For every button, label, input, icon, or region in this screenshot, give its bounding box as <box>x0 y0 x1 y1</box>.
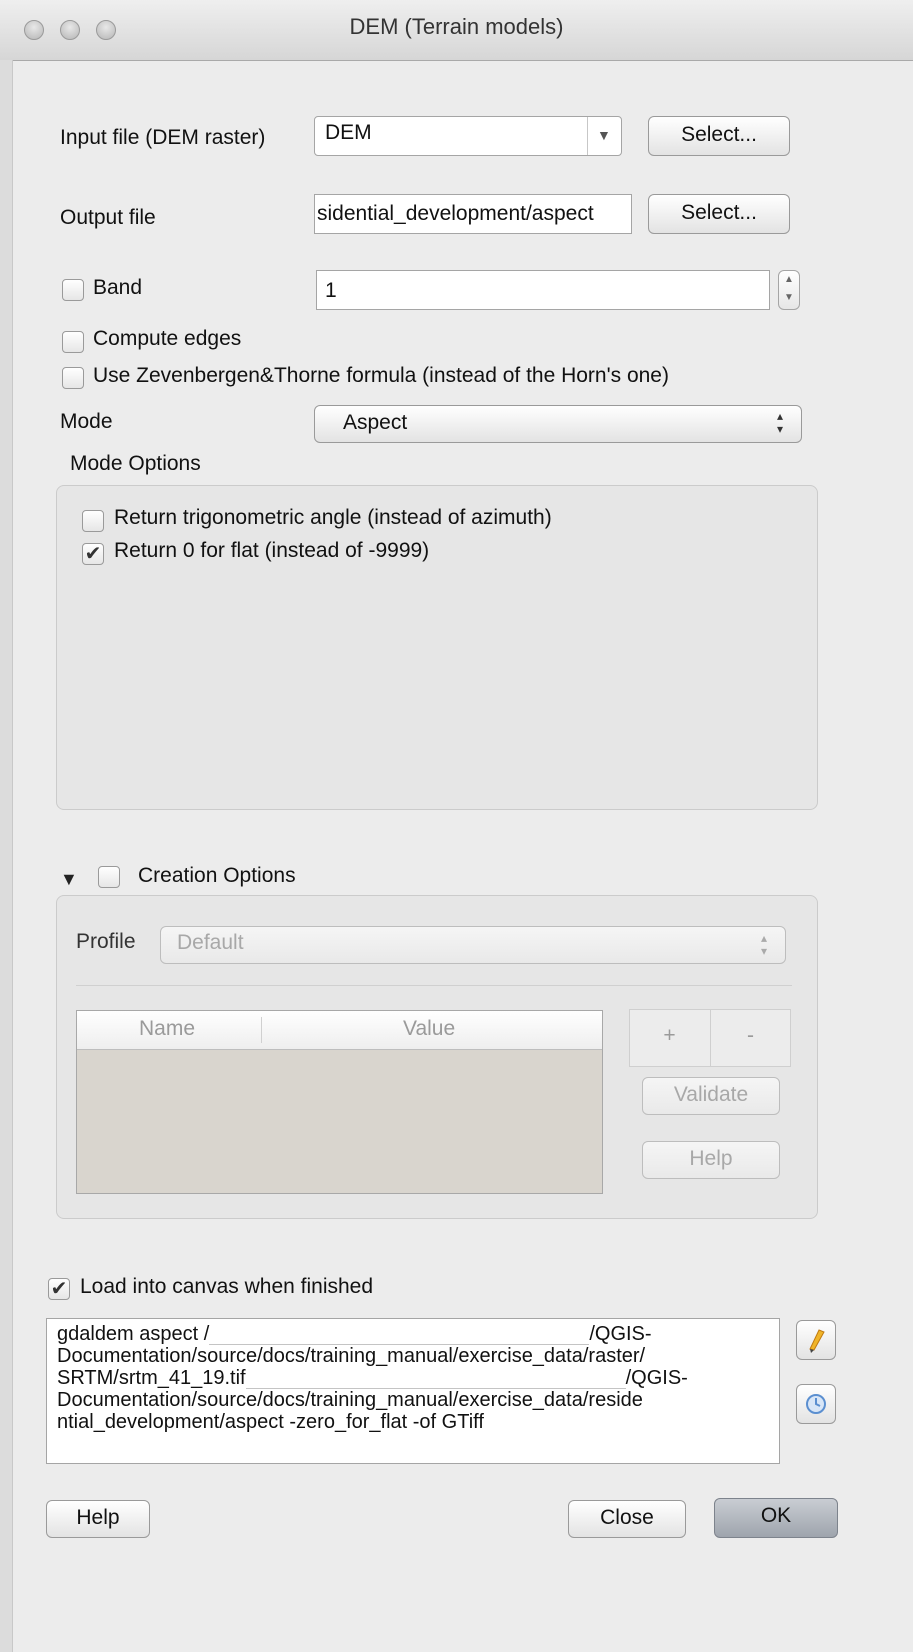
command-line-2: Documentation/source/docs/training_manua… <box>57 1345 646 1367</box>
checkmark-icon: ✔ <box>50 1278 68 1300</box>
validate-button[interactable]: Validate <box>642 1077 780 1115</box>
mode-select[interactable]: Aspect ▴ ▾ <box>314 405 802 443</box>
band-spinbox-input[interactable]: 1 <box>316 270 770 310</box>
pencil-icon <box>809 1329 825 1353</box>
load-canvas-checkbox[interactable]: ✔ <box>48 1278 70 1300</box>
table-header-value: Value <box>403 1017 456 1040</box>
band-stepper-icon[interactable]: ▲ ▼ <box>778 270 800 310</box>
add-row-button[interactable]: + <box>629 1024 710 1048</box>
combo-divider <box>587 117 588 155</box>
command-line-3b: /QGIS- <box>625 1367 688 1389</box>
updown-arrows-icon: ▴ ▾ <box>761 931 768 958</box>
table-header-name: Name <box>139 1017 196 1040</box>
mode-options-title: Mode Options <box>70 452 201 475</box>
zero-flat-label: Return 0 for flat (instead of -9999) <box>114 539 430 562</box>
command-line-5: ntial_development/aspect -zero_for_flat … <box>57 1411 484 1433</box>
output-file-label: Output file <box>60 206 156 229</box>
profile-select[interactable]: Default ▴ ▾ <box>160 926 786 964</box>
zero-flat-checkbox[interactable]: ✔ <box>82 543 104 565</box>
creation-options-label: Creation Options <box>138 864 296 887</box>
redacted-path <box>245 1374 626 1389</box>
band-checkbox[interactable] <box>62 279 84 301</box>
zevenbergen-label: Use Zevenbergen&Thorne formula (instead … <box>93 364 669 387</box>
edit-command-button[interactable] <box>796 1320 836 1360</box>
header-divider <box>261 1017 262 1043</box>
collapse-triangle-icon[interactable]: ▼ <box>60 869 78 890</box>
band-label: Band <box>93 276 143 299</box>
creation-options-checkbox[interactable] <box>98 866 120 888</box>
command-line-4: Documentation/source/docs/training_manua… <box>57 1389 643 1411</box>
ok-button[interactable]: OK <box>714 1498 838 1538</box>
mode-options-group <box>56 485 818 810</box>
command-line-1b: /QGIS- <box>589 1323 652 1345</box>
reset-icon <box>806 1394 826 1414</box>
table-header: Name Value <box>77 1011 602 1050</box>
checkmark-icon: ✔ <box>84 543 102 565</box>
reset-command-button[interactable] <box>796 1384 836 1424</box>
compute-edges-label: Compute edges <box>93 327 242 350</box>
command-line-1a: gdaldem aspect / <box>57 1323 210 1345</box>
zevenbergen-checkbox[interactable] <box>62 367 84 389</box>
command-text[interactable]: gdaldem aspect / /QGIS- Documentation/sou… <box>46 1318 780 1464</box>
mode-value: Aspect <box>343 411 408 434</box>
input-select-button[interactable]: Select... <box>648 116 790 156</box>
window-left-edge <box>0 60 13 1652</box>
help-button[interactable]: Help <box>46 1500 150 1538</box>
separator <box>76 985 792 986</box>
chevron-down-icon: ▼ <box>597 127 611 143</box>
options-table[interactable]: Name Value <box>76 1010 603 1194</box>
profile-label: Profile <box>76 930 136 953</box>
remove-row-button[interactable]: - <box>710 1024 791 1048</box>
profile-value: Default <box>177 931 244 954</box>
compute-edges-checkbox[interactable] <box>62 331 84 353</box>
command-line-3a: SRTM/srtm_41_19.tif <box>57 1367 246 1389</box>
trig-angle-checkbox[interactable] <box>82 510 104 532</box>
load-canvas-label: Load into canvas when finished <box>80 1275 374 1298</box>
window-title: DEM (Terrain models) <box>349 14 564 39</box>
input-file-combo[interactable]: DEM ▼ <box>314 116 622 156</box>
input-file-label: Input file (DEM raster) <box>60 126 266 149</box>
mode-label: Mode <box>60 410 113 433</box>
close-button[interactable]: Close <box>568 1500 686 1538</box>
output-select-button[interactable]: Select... <box>648 194 790 234</box>
updown-arrows-icon: ▴ ▾ <box>777 409 784 436</box>
redacted-path <box>209 1330 590 1345</box>
creation-help-button[interactable]: Help <box>642 1141 780 1179</box>
output-file-input[interactable]: sidential_development/aspect <box>314 194 632 234</box>
trig-angle-label: Return trigonometric angle (instead of a… <box>114 506 552 529</box>
input-file-value: DEM <box>325 121 372 144</box>
